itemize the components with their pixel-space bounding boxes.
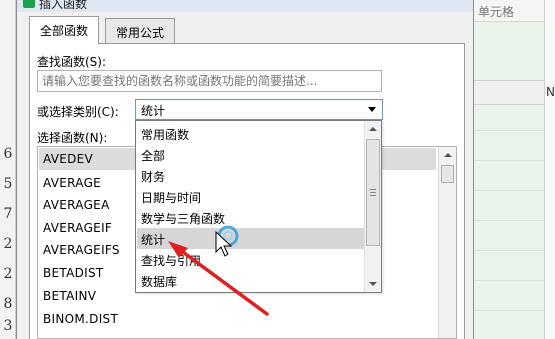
grid-line bbox=[474, 190, 555, 191]
grid-line bbox=[474, 130, 555, 131]
row-number: 2 bbox=[3, 236, 13, 252]
spreadsheet-row-gutter: 6 5 7 2 2 8 3 bbox=[0, 0, 16, 339]
dropdown-option[interactable]: 查找与引用 bbox=[137, 249, 364, 270]
scrollbar-thumb[interactable] bbox=[366, 139, 380, 246]
category-select[interactable]: 统计 bbox=[135, 99, 383, 120]
tab-all-functions[interactable]: 全部函数 bbox=[29, 16, 100, 44]
function-item[interactable]: BINOM.DIST bbox=[39, 308, 436, 330]
dialog-title: 插入函数 bbox=[39, 0, 88, 11]
row-number: 2 bbox=[3, 266, 13, 282]
spreadsheet-background: 单元格 N bbox=[474, 0, 555, 339]
column-header-n: N bbox=[546, 85, 555, 99]
search-input[interactable] bbox=[37, 70, 382, 92]
row-number: 7 bbox=[3, 206, 13, 222]
grid-line bbox=[474, 250, 555, 251]
app-icon bbox=[23, 0, 35, 8]
row-number: 3 bbox=[3, 318, 13, 334]
grid-line bbox=[474, 280, 555, 281]
search-label: 查找函数(S): bbox=[37, 55, 107, 69]
row-number: 8 bbox=[3, 296, 13, 312]
dropdown-option[interactable]: 数学与三角函数 bbox=[137, 207, 364, 228]
grip-line bbox=[370, 192, 376, 193]
category-dropdown[interactable]: 常用函数 全部 财务 日期与时间 数学与三角函数 统计 查找与引用 数据库 bbox=[135, 120, 382, 293]
scrollbar-thumb[interactable] bbox=[441, 165, 454, 183]
dropdown-option[interactable]: 常用函数 bbox=[137, 123, 364, 144]
scroll-up-icon[interactable] bbox=[444, 153, 452, 157]
grid-line bbox=[474, 310, 555, 311]
dialog-titlebar[interactable]: 插入函数 bbox=[17, 0, 473, 12]
dropdown-option-selected[interactable]: 统计 bbox=[137, 228, 364, 249]
row-number: 6 bbox=[3, 146, 13, 162]
chevron-down-icon[interactable] bbox=[368, 107, 376, 112]
dropdown-option[interactable]: 日期与时间 bbox=[137, 186, 364, 207]
grip-line bbox=[370, 189, 376, 190]
ribbon-strip: 单元格 bbox=[474, 0, 555, 22]
function-list-scrollbar[interactable] bbox=[438, 147, 456, 338]
grip-line bbox=[370, 195, 376, 196]
category-label: 或选择类别(C): bbox=[37, 105, 119, 119]
dropdown-option[interactable]: 全部 bbox=[137, 144, 364, 165]
scroll-down-icon[interactable] bbox=[369, 282, 377, 286]
row-number: 5 bbox=[3, 176, 13, 192]
scroll-up-icon[interactable] bbox=[369, 127, 377, 131]
dropdown-option[interactable]: 财务 bbox=[137, 165, 364, 186]
column-n[interactable]: N bbox=[544, 0, 555, 339]
cell-label: 单元格 bbox=[478, 5, 515, 19]
grid-line bbox=[474, 160, 555, 161]
dropdown-option[interactable]: 数据库 bbox=[137, 270, 364, 291]
category-selected-value: 统计 bbox=[141, 104, 166, 118]
dropdown-scrollbar[interactable] bbox=[364, 121, 381, 292]
functions-label: 选择函数(N): bbox=[37, 131, 108, 145]
column-header-bar bbox=[474, 80, 555, 105]
tab-common-formulas[interactable]: 常用公式 bbox=[105, 18, 176, 43]
grid-line bbox=[474, 220, 555, 221]
